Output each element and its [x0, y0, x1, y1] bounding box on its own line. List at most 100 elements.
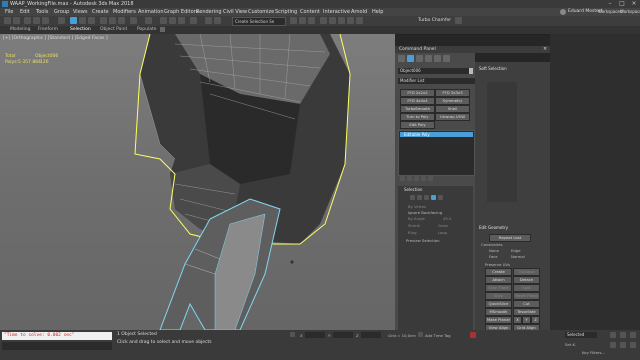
filter-icon[interactable]: [58, 17, 65, 24]
redo-icon[interactable]: [13, 17, 20, 24]
percent-snap-icon[interactable]: [178, 17, 185, 24]
menu-modifiers[interactable]: Modifiers: [113, 8, 136, 16]
pivot-icon[interactable]: [145, 17, 152, 24]
ring-button[interactable]: Ring: [408, 230, 417, 235]
script-icon[interactable]: [455, 17, 462, 24]
attach-button[interactable]: Attach: [485, 276, 512, 284]
selection-header[interactable]: Selection: [404, 187, 422, 193]
move-icon[interactable]: [100, 17, 107, 24]
add-time-tag-button[interactable]: Add Time Tag: [425, 333, 450, 338]
menu-help[interactable]: Help: [372, 8, 383, 16]
scale-icon[interactable]: [118, 17, 125, 24]
render-setup-icon[interactable]: [338, 17, 345, 24]
planar-y-button[interactable]: Y: [522, 316, 531, 324]
msmooth-button[interactable]: MSmooth: [485, 308, 512, 316]
stack-item-editable-poly[interactable]: Editable Poly: [400, 132, 473, 137]
z-coord-field[interactable]: [361, 332, 381, 338]
align-icon[interactable]: [214, 17, 221, 24]
object-color-swatch[interactable]: [469, 68, 473, 74]
cut-button[interactable]: Cut: [513, 300, 540, 308]
split-button[interactable]: Split: [513, 284, 540, 292]
constraint-none-radio[interactable]: None: [489, 248, 499, 253]
modifier-list-dropdown[interactable]: Modifier List: [398, 78, 475, 84]
angle-value-field[interactable]: 45.0: [443, 216, 451, 221]
tab-populate[interactable]: Populate: [137, 26, 157, 34]
orbit-icon[interactable]: [620, 342, 626, 348]
by-angle-checkbox[interactable]: By Angle: [408, 216, 425, 221]
reset-plane-button[interactable]: Reset Plane: [513, 292, 540, 300]
preserve-uvs-checkbox[interactable]: Preserve UVs: [485, 262, 510, 267]
menu-scripting[interactable]: Scripting: [275, 8, 297, 16]
select-icon[interactable]: [70, 17, 77, 24]
menu-content[interactable]: Content: [300, 8, 320, 16]
remove-modifier-icon[interactable]: [421, 176, 426, 181]
tab-modeling[interactable]: Modeling: [10, 26, 30, 34]
key-filters-button[interactable]: Key Filters...: [582, 350, 605, 355]
pin-stack-icon[interactable]: [400, 176, 405, 181]
edge-mode-icon[interactable]: [417, 195, 422, 200]
ffd-3x3x3-button[interactable]: FFD 3x3x3: [435, 89, 470, 97]
quickslice-button[interactable]: QuickSlice: [485, 300, 512, 308]
maximize-icon[interactable]: □: [616, 0, 628, 8]
tessellate-button[interactable]: Tessellate: [513, 308, 540, 316]
menu-views[interactable]: Views: [73, 8, 87, 16]
set-key-button[interactable]: Set K.: [565, 342, 576, 347]
menu-interactive[interactable]: Interactive: [323, 8, 350, 16]
vertex-mode-icon[interactable]: [410, 195, 415, 200]
pan-icon[interactable]: [610, 342, 616, 348]
zoom-extents-icon[interactable]: [630, 332, 636, 338]
menu-animation[interactable]: Animation: [138, 8, 164, 16]
maxscript-listener[interactable]: "Time to solve: 0.002 sec": [2, 332, 112, 340]
region-icon[interactable]: [88, 17, 95, 24]
lock-selection-icon[interactable]: [290, 332, 295, 337]
make-unique-icon[interactable]: [414, 176, 419, 181]
menu-civil-view[interactable]: Civil View: [223, 8, 247, 16]
slice-plane-button[interactable]: Slice Plane: [485, 284, 512, 292]
turbosmooth-button[interactable]: TurboSmooth: [400, 105, 435, 113]
menu-rendering[interactable]: Rendering: [196, 8, 222, 16]
loop-button[interactable]: Loop: [438, 230, 447, 235]
motion-tab-icon[interactable]: [425, 55, 432, 62]
x-coord-field[interactable]: [305, 332, 325, 338]
link-icon[interactable]: [24, 17, 31, 24]
menu-create[interactable]: Create: [92, 8, 109, 16]
menu-group[interactable]: Group: [54, 8, 69, 16]
tab-freeform[interactable]: Freeform: [38, 26, 58, 34]
turn-to-poly-button[interactable]: Turn to Poly: [400, 113, 435, 121]
menu-arnold[interactable]: Arnold: [351, 8, 367, 16]
auto-key-icon[interactable]: [470, 332, 476, 338]
mirror-icon[interactable]: [205, 17, 212, 24]
turbo-chamfer-button[interactable]: Turbo Chamfer: [418, 18, 451, 23]
zoom-icon[interactable]: [610, 332, 616, 338]
minimize-icon[interactable]: –: [604, 0, 616, 8]
make-planar-button[interactable]: Make Planar: [485, 316, 512, 324]
constraint-edge-radio[interactable]: Edge: [511, 248, 521, 253]
render-frame-icon[interactable]: [347, 17, 354, 24]
edit-geometry-header[interactable]: Edit Geometry: [479, 225, 508, 231]
angle-snap-icon[interactable]: [169, 17, 176, 24]
ffd-2x2x2-button[interactable]: FFD 2x2x2: [400, 89, 435, 97]
bind-icon[interactable]: [42, 17, 49, 24]
border-mode-icon[interactable]: [424, 195, 429, 200]
time-tag-icon[interactable]: [418, 332, 423, 337]
configure-sets-icon[interactable]: [428, 176, 433, 181]
shrink-button[interactable]: Shrink: [408, 223, 420, 228]
selection-set-dropdown[interactable]: Create Selection Se: [232, 17, 286, 26]
ribbon-options-icon[interactable]: [160, 27, 165, 32]
modify-tab-icon[interactable]: [407, 55, 414, 62]
symmetry-button[interactable]: Symmetry: [435, 97, 470, 105]
utilities-tab-icon[interactable]: [443, 55, 450, 62]
layer-icon[interactable]: [290, 17, 297, 24]
maximize-viewport-icon[interactable]: [630, 342, 636, 348]
object-name-field[interactable]: Object006: [398, 68, 470, 74]
rotate-icon[interactable]: [109, 17, 116, 24]
constraint-face-radio[interactable]: Face: [489, 254, 498, 259]
unwrap-uvw-button[interactable]: Unwrap UVW: [435, 113, 470, 121]
constraint-normal-radio[interactable]: Normal: [511, 254, 525, 259]
shell-button[interactable]: Shell: [435, 105, 470, 113]
command-panel-close-icon[interactable]: ×: [543, 46, 547, 52]
menu-edit[interactable]: Edit: [20, 8, 30, 16]
y-coord-field[interactable]: [333, 332, 353, 338]
selected-dropdown[interactable]: Selected: [565, 332, 597, 338]
repeat-last-button[interactable]: Repeat Last: [489, 234, 531, 242]
